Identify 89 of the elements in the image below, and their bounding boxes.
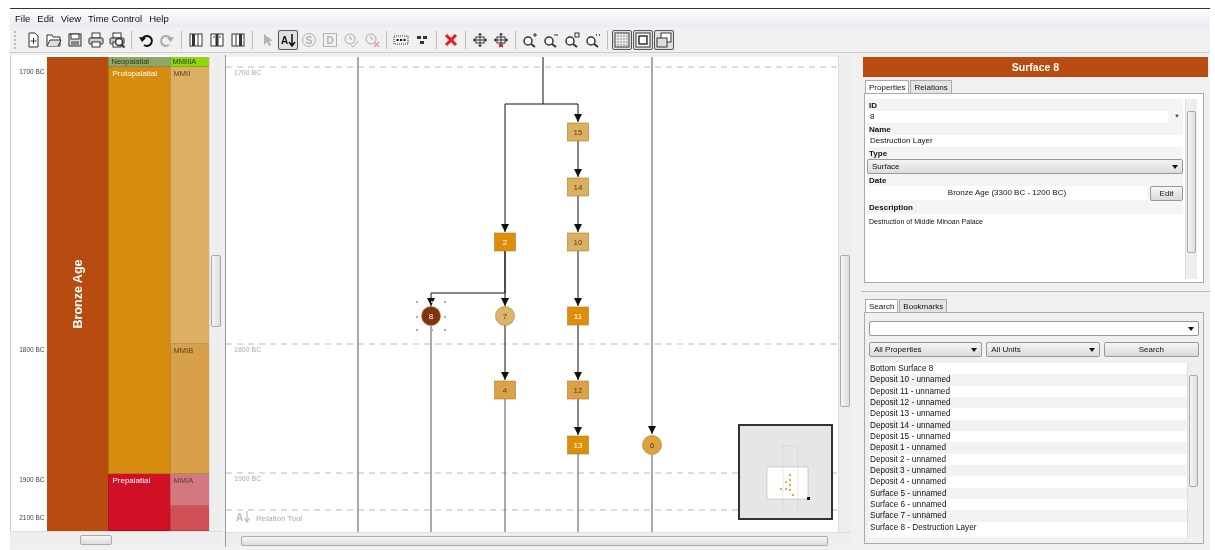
result-item[interactable]: Deposit 13 - unnamed — [869, 408, 1187, 420]
windows-button[interactable] — [654, 29, 674, 50]
circle-node[interactable]: 7 — [495, 306, 515, 326]
print-preview-icon — [109, 31, 125, 48]
result-item[interactable]: Bottom Surface 8 — [869, 363, 1187, 375]
scrollbar[interactable] — [226, 532, 851, 547]
field-label: ID — [868, 100, 878, 111]
result-item[interactable]: Deposit 3 - unnamed — [869, 465, 1187, 477]
property-dropdown[interactable]: All Properties — [869, 342, 983, 357]
tab[interactable]: Relations — [910, 80, 952, 93]
scrollbar[interactable] — [209, 55, 222, 532]
menu-item[interactable]: Edit — [34, 12, 57, 24]
delete-icon — [443, 31, 459, 48]
result-item[interactable]: Deposit 10 - unnamed — [869, 374, 1187, 386]
grid-icon — [614, 31, 630, 48]
result-item[interactable]: Deposit 4 - unnamed — [869, 476, 1187, 488]
column-layout-icon — [209, 31, 225, 48]
zoom-fit-button[interactable] — [562, 29, 582, 50]
result-item[interactable]: Surface 5 - unnamed — [869, 487, 1187, 500]
result-item[interactable]: Deposit 1 - unnamed — [869, 442, 1187, 454]
field-label: Date — [868, 175, 888, 186]
windows-icon — [656, 31, 672, 48]
clock-delete-icon — [364, 31, 380, 48]
field-label: Description — [868, 202, 914, 213]
square-node[interactable]: 14 — [567, 177, 589, 197]
unit-dropdown[interactable]: All Units — [986, 342, 1100, 357]
result-item[interactable]: Deposit 11 - unnamed — [869, 385, 1187, 398]
tool-label: Relation Tool — [256, 514, 303, 523]
circle-node[interactable]: 8 — [416, 301, 446, 331]
period-band: Protopalatial — [108, 67, 170, 474]
menu-item[interactable]: Time Control — [85, 12, 146, 24]
field-label: Type — [868, 148, 889, 159]
menu-item[interactable]: Help — [146, 12, 172, 24]
type-dropdown[interactable]: Surface — [867, 159, 1183, 174]
frame-icon — [635, 31, 651, 48]
field-label: Name — [868, 124, 892, 135]
result-item[interactable]: Surface 6 - unnamed — [869, 499, 1187, 511]
tab[interactable]: Search — [865, 299, 899, 312]
relation-arrow — [574, 195, 582, 233]
square-node[interactable]: 15 — [567, 122, 589, 142]
print-preview-button[interactable] — [107, 29, 127, 50]
folder-icon — [46, 31, 62, 48]
relation-arrow — [574, 324, 582, 381]
scrollbar[interactable] — [1185, 99, 1197, 279]
column-layout-icon — [230, 31, 246, 48]
relation-arrow — [574, 398, 582, 436]
name-field[interactable]: Destruction Layer — [867, 135, 1183, 147]
tab[interactable]: Properties — [865, 80, 910, 93]
period-band: Prepalatial — [108, 474, 170, 532]
result-item[interactable]: Deposit 2 - unnamed — [869, 453, 1187, 466]
search-button[interactable]: Search — [1103, 342, 1199, 357]
print-button[interactable] — [86, 29, 106, 50]
zoom-fit-icon — [564, 31, 580, 48]
square-node[interactable]: 10 — [567, 232, 589, 252]
result-item[interactable]: Deposit 12 - unnamed — [869, 397, 1187, 409]
result-item[interactable]: Surface 7 - unnamed — [869, 510, 1187, 522]
zoom-out-icon — [543, 31, 559, 48]
printer-icon — [88, 31, 104, 48]
menu-item[interactable]: View — [57, 12, 85, 24]
result-item[interactable]: Deposit 14 - unnamed — [869, 419, 1187, 432]
square-node[interactable]: 12 — [567, 380, 589, 400]
search-field[interactable] — [869, 321, 1199, 336]
column-layout-icon — [188, 31, 204, 48]
square-node[interactable]: 4 — [494, 380, 516, 400]
result-item[interactable]: Deposit 15 - unnamed — [869, 431, 1187, 443]
panel-title: Surface 8 — [863, 57, 1208, 77]
date-field[interactable]: Bronze Age (3300 BC - 1200 BC) — [867, 186, 1147, 200]
circle-node[interactable]: 6 — [642, 435, 662, 455]
grid-button[interactable] — [612, 29, 632, 50]
move-icon — [472, 31, 488, 48]
frame-button[interactable] — [633, 29, 653, 50]
menu-item[interactable]: File — [12, 12, 34, 24]
relation-arrow — [501, 324, 509, 381]
relation-arrow — [574, 250, 582, 307]
zoom-in-icon — [522, 31, 538, 48]
relation-tool-button[interactable]: A — [278, 29, 298, 50]
scrollbar[interactable] — [10, 531, 222, 547]
tab[interactable]: Bookmarks — [899, 299, 948, 312]
zoom-reset-icon — [585, 31, 601, 48]
move-marker-icon — [493, 31, 509, 48]
clock-check-icon — [343, 31, 359, 48]
scrollbar[interactable] — [838, 55, 851, 532]
relation-arrow — [574, 140, 582, 178]
new-file-icon — [25, 31, 41, 48]
id-field[interactable]: 8 — [867, 111, 1168, 123]
minimap[interactable] — [738, 424, 833, 520]
edit-button[interactable]: Edit — [1150, 186, 1183, 201]
result-item[interactable]: Surface 8 - Destruction Layer — [869, 521, 1187, 534]
age-label: Bronze Age — [70, 259, 85, 329]
